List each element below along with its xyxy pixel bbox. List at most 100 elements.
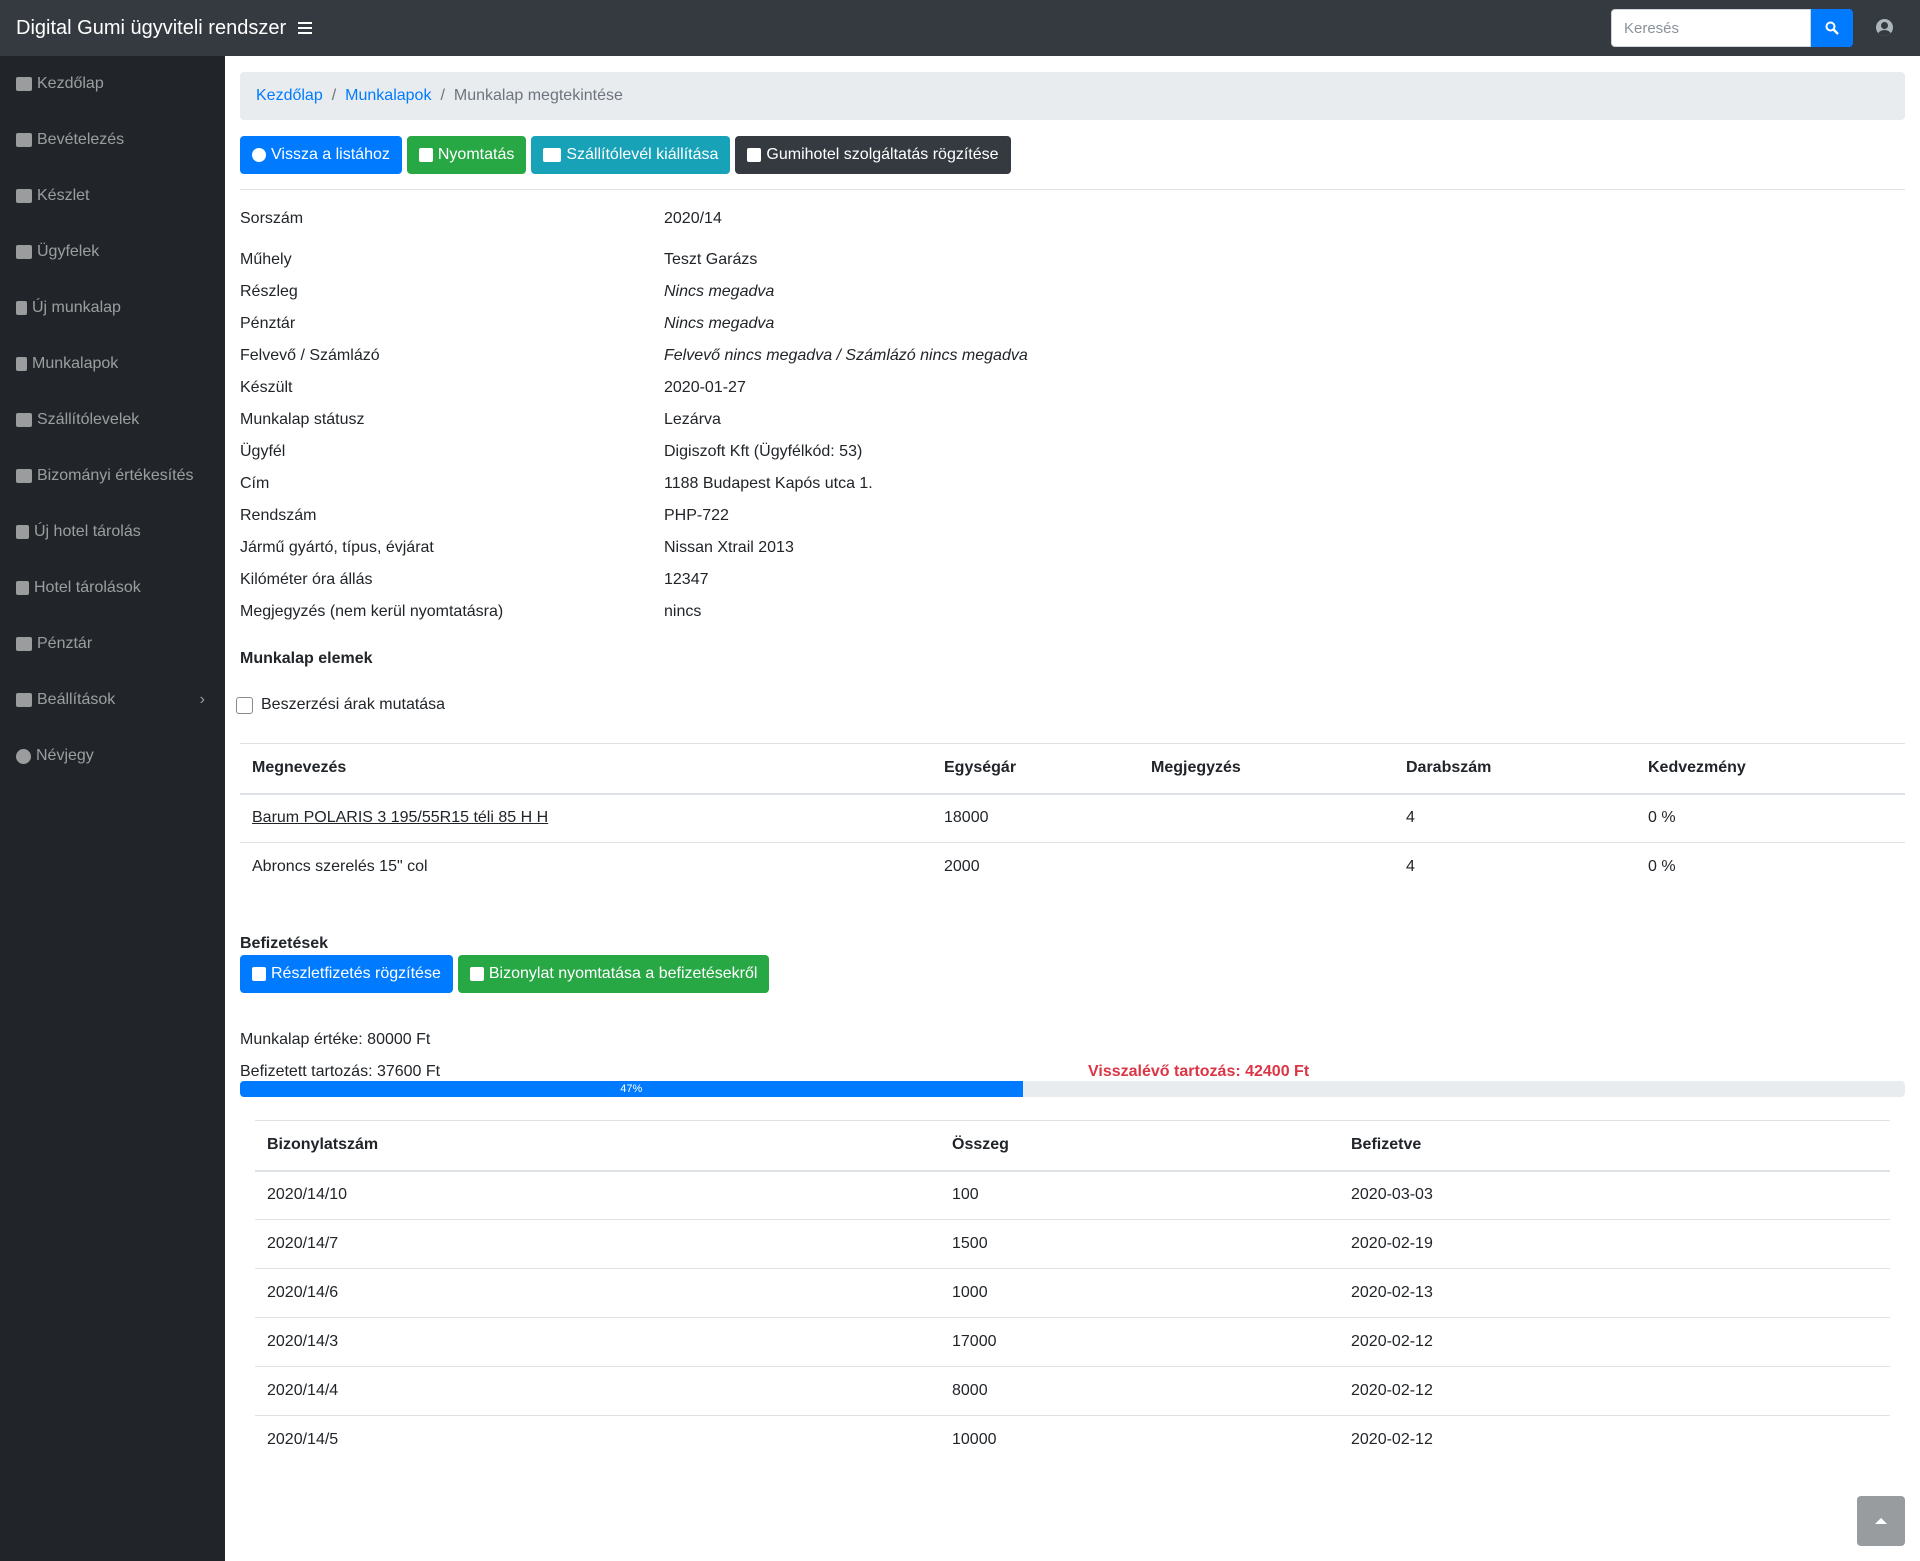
sidebar-item-label: Névjegy (36, 747, 94, 764)
sidebar-item-label: Munkalapok (32, 355, 119, 372)
receipt-date: 2020-02-19 (1339, 1219, 1890, 1269)
print-receipts-button[interactable]: Bizonylat nyomtatása a befizetésekről (457, 955, 770, 993)
sidebar-item-penztar[interactable]: Pénztár (0, 616, 225, 672)
receipt-amount: 10000 (940, 1415, 1339, 1465)
sidebar-item-keszlet[interactable]: Készlet (0, 168, 225, 224)
sidebar-item-hotel-tarolasok[interactable]: Hotel tárolások (0, 560, 225, 616)
item-qty: 4 (1394, 842, 1636, 892)
sidebar-item-label: Hotel tárolások (34, 579, 141, 596)
detail-label: Munkalap státusz (240, 411, 365, 428)
sidebar-item-uj-hotel[interactable]: Új hotel tárolás (0, 504, 225, 560)
receipt-date: 2020-02-12 (1339, 1366, 1890, 1416)
print-receipts-label: Bizonylat nyomtatása a befizetésekről (488, 965, 758, 982)
item-note (1139, 842, 1394, 892)
receipt-amount: 17000 (940, 1317, 1339, 1367)
detail-value: Nissan Xtrail 2013 (664, 539, 794, 556)
hand-holding-usd-icon (252, 967, 266, 981)
purchase-price-toggle[interactable]: Beszerzési árak mutatása (236, 696, 445, 714)
detail-label: Pénztár (240, 315, 296, 332)
table-row: 2020/14/6 1000 2020-02-13 (255, 1268, 1890, 1318)
breadcrumb-home-link[interactable]: Kezdőlap (256, 87, 323, 105)
sidebar-item-nevjegy[interactable]: Névjegy (0, 728, 225, 784)
hotel-icon (16, 581, 29, 595)
detail-label: Cím (240, 475, 270, 492)
add-installment-label: Részletfizetés rögzítése (271, 965, 441, 982)
receipt-number: 2020/14/6 (255, 1268, 940, 1318)
wrench-icon (16, 693, 32, 707)
scroll-to-top-button[interactable] (1857, 1496, 1905, 1546)
divider (240, 189, 1905, 190)
column-header: Megnevezés (240, 743, 932, 795)
column-header: Összeg (940, 1120, 1339, 1172)
item-discount: 0 % (1636, 842, 1905, 892)
item-name-cell: Barum POLARIS 3 195/55R15 téli 85 H H (240, 794, 932, 843)
delivery-note-button[interactable]: Szállítólevél kiállítása (531, 136, 731, 174)
receipt-amount: 1500 (940, 1219, 1339, 1269)
item-name-link[interactable]: Barum POLARIS 3 195/55R15 téli 85 H H (252, 809, 548, 826)
table-row: 2020/14/10 100 2020-03-03 (255, 1171, 1890, 1220)
payment-progress-bar: 47% (240, 1081, 1023, 1097)
column-header: Bizonylatszám (255, 1120, 940, 1172)
sidebar-item-label: Szállítólevelek (37, 411, 140, 428)
detail-label: Műhely (240, 251, 292, 268)
sidebar-item-label: Bizományi értékesítés (37, 467, 194, 484)
sidebar-item-ugyfelek[interactable]: Ügyfelek (0, 224, 225, 280)
sidebar-item-label: Új hotel tárolás (34, 523, 141, 540)
tire-hotel-label: Gumihotel szolgáltatás rögzítése (766, 146, 999, 163)
purchase-price-checkbox[interactable] (236, 696, 253, 714)
detail-label: Kilóméter óra állás (240, 571, 373, 588)
truck-loading-icon (16, 413, 32, 427)
sidebar-item-bevetelezes[interactable]: Bevételezés (0, 112, 225, 168)
detail-label: Rendszám (240, 507, 317, 524)
sidebar-item-uj-munkalap[interactable]: Új munkalap (0, 280, 225, 336)
sidebar-item-beallitasok[interactable]: Beállítások › (0, 672, 225, 728)
search-button[interactable] (1811, 9, 1853, 47)
menu-toggle-icon[interactable] (298, 22, 313, 34)
detail-label: Sorszám (240, 210, 304, 227)
item-unit-price: 18000 (944, 809, 989, 827)
column-header: Befizetve (1339, 1120, 1890, 1172)
table-header-row: Bizonylatszám Összeg Befizetve (255, 1120, 1890, 1172)
sidebar-item-label: Készlet (37, 187, 90, 204)
receipt-date: 2020-03-03 (1351, 1186, 1433, 1204)
sidebar-item-label: Beállítások (37, 691, 116, 708)
detail-label: Megjegyzés (nem kerül nyomtatásra) (240, 603, 504, 620)
paid-amount: Befizetett tartozás: 37600 Ft (240, 1063, 441, 1080)
cash-register-icon (16, 637, 32, 651)
app-title[interactable]: Digital Gumi ügyviteli rendszer (0, 17, 286, 40)
user-icon[interactable] (1876, 19, 1893, 36)
search-form (1611, 9, 1853, 47)
add-installment-button[interactable]: Részletfizetés rögzítése (240, 955, 453, 993)
sidebar-item-munkalapok[interactable]: Munkalapok (0, 336, 225, 392)
sidebar-item-label: Bevételezés (37, 131, 125, 148)
sidebar-item-kezdolap[interactable]: Kezdőlap (0, 56, 225, 112)
sidebar-item-bizomanyi[interactable]: Bizományi értékesítés (0, 448, 225, 504)
table-row: 2020/14/4 8000 2020-02-12 (255, 1366, 1890, 1416)
detail-value: Felvevő nincs megadva / Számlázó nincs m… (664, 347, 1028, 364)
table-row: Barum POLARIS 3 195/55R15 téli 85 H H 18… (240, 794, 1905, 843)
hotel-add-icon (16, 525, 29, 539)
breadcrumb-list-link[interactable]: Munkalapok (345, 87, 431, 105)
item-name: Abroncs szerelés 15" col (240, 842, 932, 892)
file-text-icon (16, 357, 27, 371)
receipt-date: 2020-02-13 (1339, 1268, 1890, 1318)
detail-value: Digiszoft Kft (Ügyfélkód: 53) (664, 443, 863, 460)
delivery-note-label: Szállítólevél kiállítása (566, 146, 719, 163)
items-table: Megnevezés Egységár Megjegyzés Darabszám… (240, 743, 1905, 892)
detail-value: PHP-722 (664, 507, 729, 524)
detail-label: Részleg (240, 283, 298, 300)
back-to-list-label: Vissza a listához (271, 146, 390, 163)
hotel-icon (747, 148, 762, 162)
back-to-list-button[interactable]: Vissza a listához (240, 136, 402, 174)
tire-hotel-button[interactable]: Gumihotel szolgáltatás rögzítése (735, 136, 1011, 174)
sidebar-item-szallitolevelek[interactable]: Szállítólevelek (0, 392, 225, 448)
receipt-number: 2020/14/10 (267, 1186, 348, 1204)
column-header: Kedvezmény (1636, 743, 1905, 795)
breadcrumb-current: Munkalap megtekintése (453, 87, 623, 104)
search-input[interactable] (1611, 9, 1811, 47)
item-discount: 0 % (1648, 809, 1676, 827)
items-section-title: Munkalap elemek (240, 650, 373, 667)
detail-value: Lezárva (664, 411, 721, 428)
print-button[interactable]: Nyomtatás (406, 136, 527, 174)
arrow-left-circle-icon (252, 148, 266, 162)
